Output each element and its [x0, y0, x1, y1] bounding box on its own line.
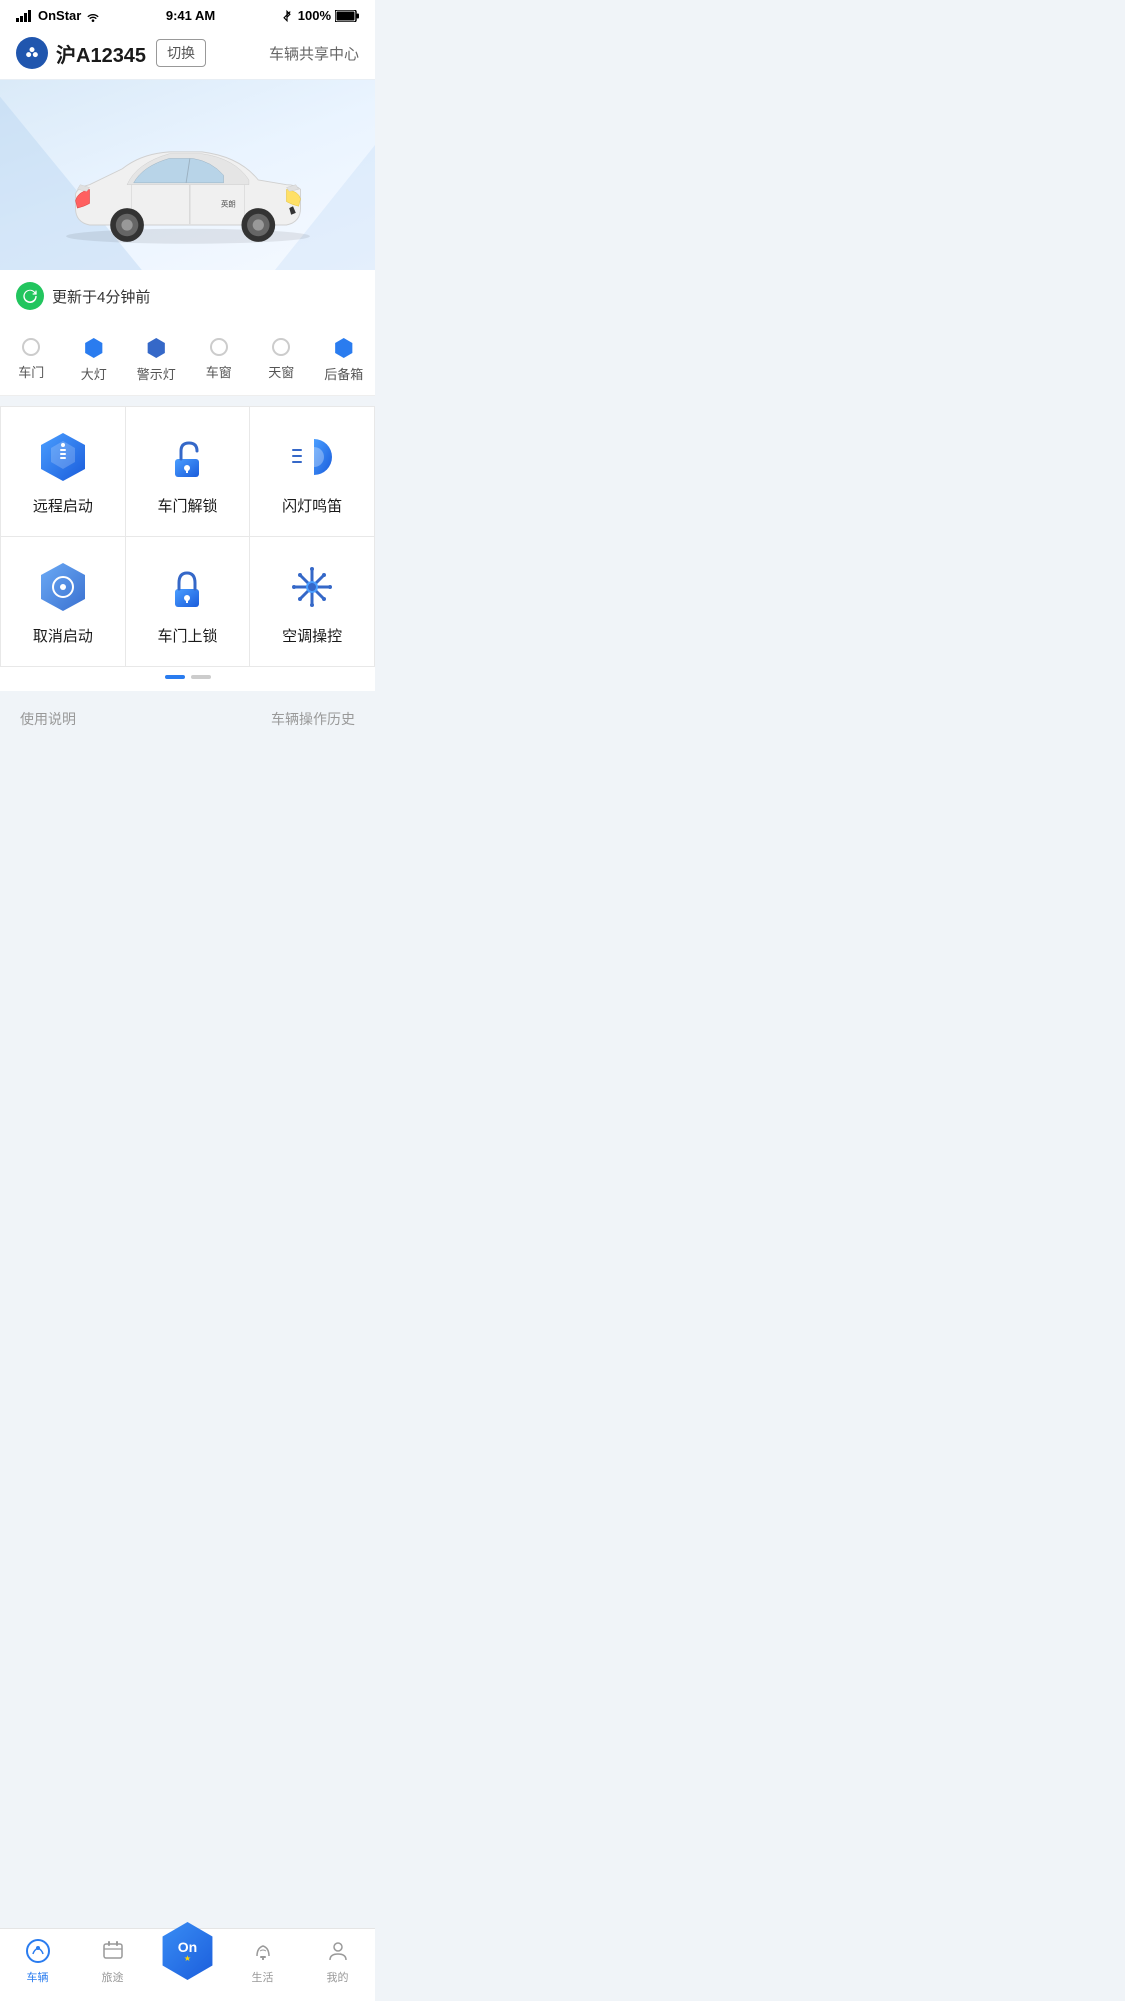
trip-svg — [100, 1938, 126, 1964]
carrier-label: OnStar — [38, 8, 81, 23]
status-right: 100% — [280, 8, 359, 23]
page-dot-1 — [165, 675, 185, 679]
signal-icon — [16, 10, 34, 22]
headlight-label: 大灯 — [81, 364, 107, 383]
door-label: 车门 — [18, 362, 44, 381]
onstar-star: ★ — [184, 1954, 191, 1963]
header: 沪A12345 切换 车辆共享中心 — [0, 27, 375, 80]
mine-svg — [325, 1938, 351, 1964]
vehicle-svg — [25, 1938, 51, 1964]
door-lock-svg — [161, 561, 213, 613]
indicator-trunk[interactable]: 后备箱 — [313, 338, 376, 383]
door-unlock-svg — [161, 431, 213, 483]
flash-horn-label: 闪灯鸣笛 — [282, 495, 342, 516]
update-text: 更新于4分钟前 — [52, 286, 150, 307]
status-indicators: 车门 大灯 警示灯 车窗 天窗 后备箱 — [0, 322, 375, 396]
flash-horn-svg — [286, 431, 338, 483]
tab-trip-label: 旅途 — [102, 1969, 124, 1985]
life-icon — [249, 1937, 277, 1965]
hazard-label: 警示灯 — [137, 364, 176, 383]
vehicle-icon — [24, 1937, 52, 1965]
instructions-link[interactable]: 使用说明 — [20, 709, 76, 729]
indicator-window[interactable]: 车窗 — [188, 338, 251, 383]
remote-start-svg — [37, 431, 89, 483]
switch-button[interactable]: 切换 — [156, 39, 206, 67]
cancel-start-svg — [37, 561, 89, 613]
ac-svg — [286, 561, 338, 613]
pagination — [0, 667, 375, 691]
plate-number: 沪A12345 — [56, 39, 146, 68]
trunk-indicator-dot — [334, 338, 354, 358]
indicator-hazard[interactable]: 警示灯 — [125, 338, 188, 383]
tab-vehicle[interactable]: 车辆 — [0, 1937, 75, 1985]
tab-trip[interactable]: 旅途 — [75, 1937, 150, 1985]
door-unlock-icon — [161, 431, 213, 483]
headlight-indicator-dot — [84, 338, 104, 358]
ac-control-icon — [286, 561, 338, 613]
window-indicator-dot — [210, 338, 228, 356]
history-link[interactable]: 车辆操作历史 — [271, 709, 355, 729]
ac-control-button[interactable]: 空调操控 — [250, 537, 375, 667]
logo-icon — [22, 43, 42, 63]
flash-horn-button[interactable]: 闪灯鸣笛 — [250, 407, 375, 537]
hazard-indicator-dot — [146, 338, 166, 358]
flash-horn-icon — [286, 431, 338, 483]
status-left: OnStar — [16, 8, 101, 23]
door-unlock-label: 车门解锁 — [157, 495, 217, 516]
cancel-start-button[interactable]: 取消启动 — [1, 537, 126, 667]
tab-mine[interactable]: 我的 — [300, 1937, 375, 1985]
door-lock-label: 车门上锁 — [157, 625, 217, 646]
mine-icon — [324, 1937, 352, 1965]
refresh-icon — [16, 282, 44, 310]
car-svg: 英朗 — [38, 100, 338, 260]
status-bar: OnStar 9:41 AM 100% — [0, 0, 375, 27]
indicator-sunroof[interactable]: 天窗 — [250, 338, 313, 383]
indicator-car-door[interactable]: 车门 — [0, 338, 63, 383]
ac-control-label: 空调操控 — [282, 625, 342, 646]
window-label: 车窗 — [206, 362, 232, 381]
cancel-start-label: 取消启动 — [33, 625, 93, 646]
page-dot-2 — [191, 675, 211, 679]
control-grid: 远程启动 车门解锁 — [0, 406, 375, 667]
bluetooth-icon — [280, 9, 294, 23]
buick-logo — [16, 37, 48, 69]
door-lock-button[interactable]: 车门上锁 — [126, 537, 251, 667]
sunroof-label: 天窗 — [268, 362, 294, 381]
onstar-hexagon: On ★ — [159, 1922, 217, 1980]
door-indicator-dot — [22, 338, 40, 356]
trip-icon — [99, 1937, 127, 1965]
status-time: 9:41 AM — [166, 8, 215, 23]
tab-onstar[interactable]: On ★ — [150, 1922, 225, 1980]
cancel-start-icon — [37, 561, 89, 613]
footer-links: 使用说明 车辆操作历史 — [0, 693, 375, 745]
battery-label: 100% — [298, 8, 331, 23]
refresh-arrow-icon — [22, 288, 38, 304]
tab-mine-label: 我的 — [327, 1969, 349, 1985]
onstar-label: On — [178, 1940, 197, 1954]
life-svg — [250, 1938, 276, 1964]
tab-life[interactable]: 生活 — [225, 1937, 300, 1985]
update-status[interactable]: 更新于4分钟前 — [0, 270, 375, 322]
door-lock-icon — [161, 561, 213, 613]
share-center-link[interactable]: 车辆共享中心 — [269, 43, 359, 64]
tab-life-label: 生活 — [252, 1969, 274, 1985]
car-hero: 英朗 — [0, 80, 375, 270]
tab-bar: 车辆 旅途 On ★ 生活 — [0, 1928, 375, 2001]
remote-start-icon — [37, 431, 89, 483]
svg-text:英朗: 英朗 — [220, 198, 235, 208]
tab-vehicle-label: 车辆 — [27, 1969, 49, 1985]
indicator-headlight[interactable]: 大灯 — [63, 338, 126, 383]
door-unlock-button[interactable]: 车门解锁 — [126, 407, 251, 537]
remote-start-label: 远程启动 — [33, 495, 93, 516]
trunk-label: 后备箱 — [324, 364, 363, 383]
wifi-icon — [85, 10, 101, 22]
car-image: 英朗 — [0, 100, 375, 260]
sunroof-indicator-dot — [272, 338, 290, 356]
battery-icon — [335, 10, 359, 22]
remote-start-button[interactable]: 远程启动 — [1, 407, 126, 537]
